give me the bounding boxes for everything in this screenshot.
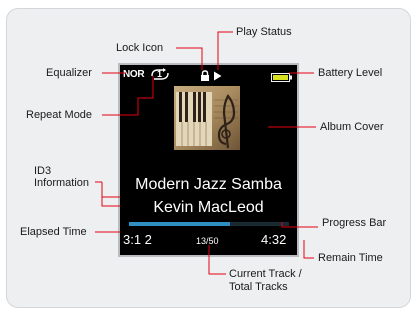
callout-repeat-mode: Repeat Mode	[26, 109, 93, 121]
callout-id3-line1: ID3	[34, 165, 52, 177]
callout-current-track-line1: Current Track /	[229, 268, 302, 280]
callout-lock-icon: Lock Icon	[116, 42, 164, 54]
callout-battery-level: Battery Level	[318, 67, 383, 79]
callout-progress-bar: Progress Bar	[322, 217, 387, 229]
callout-play-status: Play Status	[236, 26, 292, 38]
callout-elapsed-time: Elapsed Time	[20, 226, 87, 238]
callout-remain-time: Remain Time	[318, 252, 383, 264]
callout-id3-line2: Information	[34, 177, 90, 189]
callout-equalizer: Equalizer	[46, 67, 92, 79]
callout-current-track-line2: Total Tracks	[229, 281, 288, 293]
callout-album-cover: Album Cover	[320, 121, 384, 133]
callout-lines	[95, 31, 318, 275]
